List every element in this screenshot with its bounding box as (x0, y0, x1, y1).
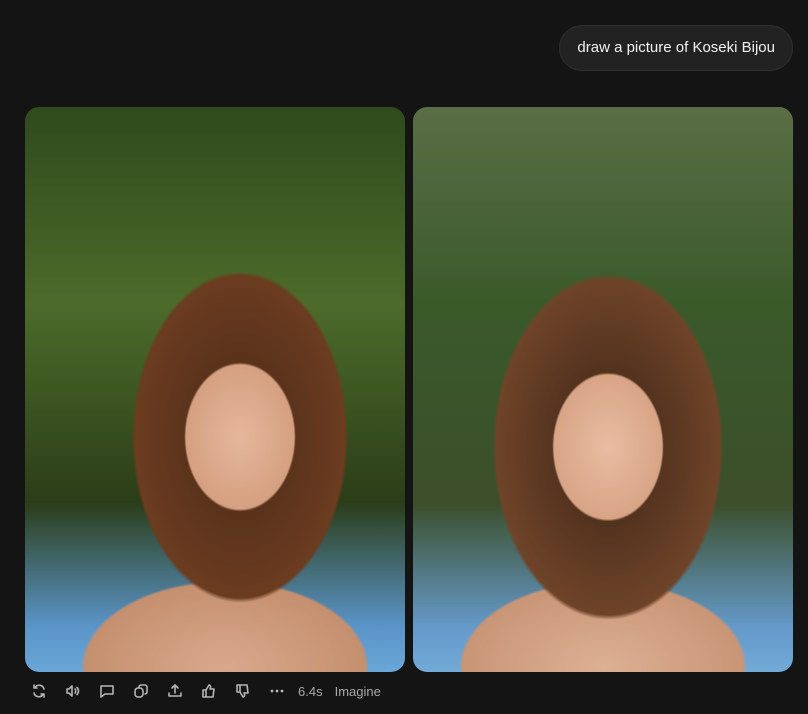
generated-image-1[interactable] (25, 107, 405, 672)
copy-icon (134, 684, 148, 698)
regenerate-button[interactable] (22, 680, 56, 702)
share-button[interactable] (158, 680, 192, 702)
user-prompt-bubble: draw a picture of Koseki Bijou (559, 25, 793, 71)
thumbs-up-button[interactable] (192, 680, 226, 702)
copy-button[interactable] (124, 680, 158, 702)
generated-image-2[interactable] (413, 107, 793, 672)
regenerate-icon (33, 684, 45, 698)
response-toolbar: 6.4s Imagine (22, 680, 381, 702)
more-button[interactable] (260, 680, 294, 702)
generation-time: 6.4s (298, 683, 323, 699)
more-icon (270, 689, 284, 693)
comment-icon (100, 685, 114, 698)
thumbs-up-icon (202, 684, 215, 698)
thumbs-down-button[interactable] (226, 680, 260, 702)
read-aloud-button[interactable] (56, 680, 90, 702)
thumbs-down-icon (236, 684, 249, 698)
read-aloud-icon (66, 685, 80, 697)
share-icon (168, 684, 182, 697)
comment-button[interactable] (90, 680, 124, 702)
mode-label: Imagine (334, 683, 381, 699)
